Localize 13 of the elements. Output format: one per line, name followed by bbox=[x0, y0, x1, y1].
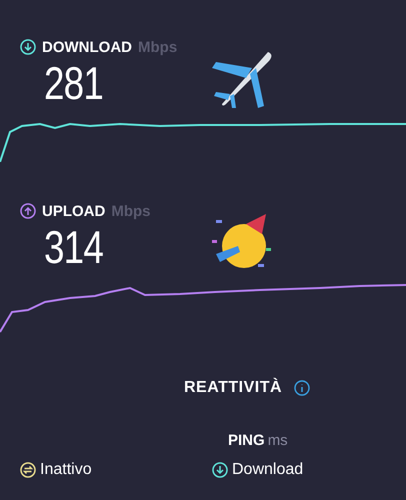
unit-label: ms bbox=[268, 432, 288, 449]
info-icon bbox=[294, 380, 310, 396]
ping-type-label: Download bbox=[232, 461, 304, 479]
speed-label: UPLOAD bbox=[42, 202, 106, 220]
speed-label: DOWNLOAD bbox=[42, 38, 132, 56]
idle-icon bbox=[20, 462, 36, 478]
section-title: REATTIVITÀ bbox=[184, 379, 282, 397]
speed-value: 281 bbox=[44, 58, 103, 108]
unit-label: Mbps bbox=[138, 38, 178, 56]
unit-label: Mbps bbox=[111, 202, 151, 220]
speed-value: 314 bbox=[44, 222, 103, 272]
ping-label: PING bbox=[228, 432, 265, 449]
ping-type-label: Inattivo bbox=[40, 461, 92, 479]
